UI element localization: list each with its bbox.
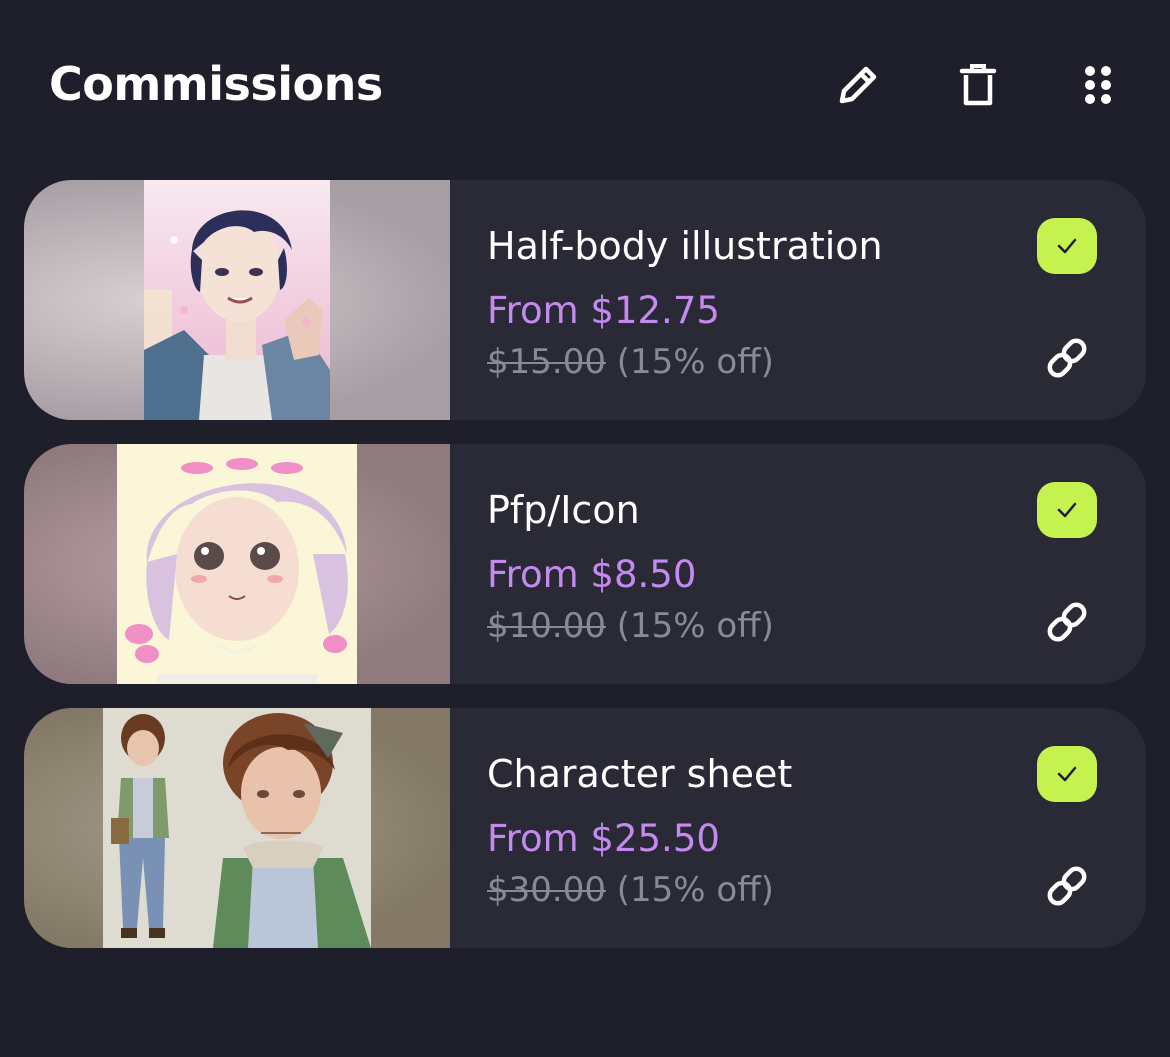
more-options-button[interactable]: [1063, 50, 1133, 120]
commission-title: Half-body illustration: [487, 224, 883, 268]
commission-details: Pfp/Icon From $8.50 $10.00 (15% off): [487, 444, 1007, 684]
commission-details: Character sheet From $25.50 $30.00 (15% …: [487, 708, 1007, 948]
commission-title: Character sheet: [487, 752, 793, 796]
original-price: $15.00: [487, 342, 606, 382]
grid-dots-icon: [1085, 66, 1111, 104]
original-price-line: $30.00 (15% off): [487, 868, 774, 912]
checkmark-icon: [1057, 238, 1077, 254]
delete-button[interactable]: [943, 50, 1013, 120]
commission-title: Pfp/Icon: [487, 488, 640, 532]
commission-price: From $8.50: [487, 553, 697, 596]
link-icon: [1047, 602, 1087, 642]
selected-checkbox[interactable]: [1037, 218, 1097, 274]
link-icon: [1047, 866, 1087, 906]
discount-label: (15% off): [616, 342, 774, 382]
artwork-image: [144, 180, 330, 420]
link-icon: [1047, 338, 1087, 378]
original-price-line: $10.00 (15% off): [487, 604, 774, 648]
artwork-image: [117, 444, 357, 684]
selected-checkbox[interactable]: [1037, 482, 1097, 538]
checkmark-icon: [1057, 766, 1077, 782]
commission-thumbnail: [24, 708, 450, 948]
commission-price: From $12.75: [487, 289, 720, 332]
trash-icon: [959, 64, 997, 106]
commission-thumbnail: [24, 444, 450, 684]
original-price-line: $15.00 (15% off): [487, 340, 774, 384]
copy-link-button[interactable]: [1037, 592, 1097, 652]
header: Commissions: [0, 0, 1170, 170]
commission-card[interactable]: Half-body illustration From $12.75 $15.0…: [24, 180, 1146, 420]
edit-button[interactable]: [823, 50, 893, 120]
copy-link-button[interactable]: [1037, 856, 1097, 916]
commission-card[interactable]: Pfp/Icon From $8.50 $10.00 (15% off): [24, 444, 1146, 684]
commission-details: Half-body illustration From $12.75 $15.0…: [487, 180, 1007, 420]
commission-price: From $25.50: [487, 817, 720, 860]
selected-checkbox[interactable]: [1037, 746, 1097, 802]
checkmark-icon: [1057, 502, 1077, 518]
original-price: $30.00: [487, 870, 606, 910]
discount-label: (15% off): [616, 870, 774, 910]
discount-label: (15% off): [616, 606, 774, 646]
copy-link-button[interactable]: [1037, 328, 1097, 388]
pencil-icon: [839, 66, 877, 104]
commission-thumbnail: [24, 180, 450, 420]
page-title: Commissions: [49, 57, 383, 111]
commission-list: Half-body illustration From $12.75 $15.0…: [24, 180, 1146, 972]
artwork-image: [103, 708, 371, 948]
original-price: $10.00: [487, 606, 606, 646]
commission-card[interactable]: Character sheet From $25.50 $30.00 (15% …: [24, 708, 1146, 948]
